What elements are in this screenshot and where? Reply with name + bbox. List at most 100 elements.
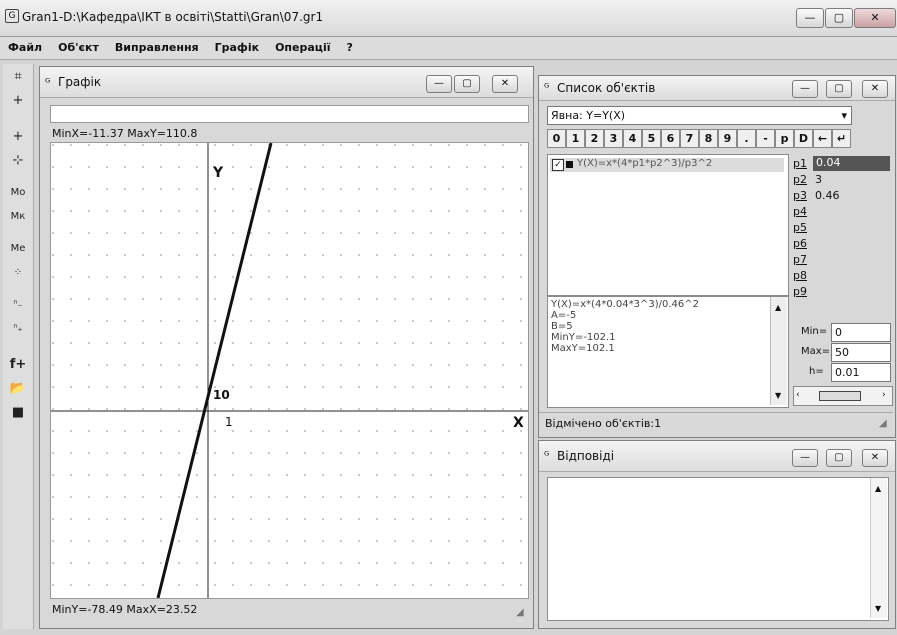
objects-minimize-button[interactable]: — — [792, 80, 818, 98]
add-point-icon[interactable]: + — [5, 126, 31, 148]
save-disk-icon[interactable]: ■ — [5, 402, 31, 424]
key-1[interactable]: 1 — [566, 129, 585, 148]
mo-icon[interactable]: Mo — [5, 182, 31, 204]
key-7[interactable]: 7 — [680, 129, 699, 148]
scroll-down-icon[interactable]: ▼ — [875, 604, 881, 613]
object-type-select[interactable]: Явна: Y=Y(X) ▾ — [547, 106, 852, 125]
app-minimize-button[interactable]: — — [796, 8, 824, 28]
key-6[interactable]: 6 — [661, 129, 680, 148]
answers-maximize-button[interactable]: ▢ — [826, 449, 852, 467]
menu-operations[interactable]: Операції — [267, 37, 338, 54]
objects-maximize-button[interactable]: ▢ — [826, 80, 852, 98]
resize-grip-icon[interactable]: ◢ — [879, 418, 887, 429]
n-plus-icon[interactable]: ⁿ₊ — [5, 318, 31, 340]
resize-grip-icon[interactable]: ◢ — [516, 607, 524, 618]
menu-edit[interactable]: Виправлення — [107, 37, 207, 54]
left-toolbar: ⌗ + + ⊹ Mo Mк Me ⁘ ⁿ₋ ⁿ₊ f+ 📂 ■ — [3, 64, 34, 629]
param-name[interactable]: p9 — [793, 285, 807, 298]
key-0[interactable]: 0 — [547, 129, 566, 148]
param-row[interactable]: p1 0.04 — [791, 156, 891, 171]
me-icon[interactable]: Me — [5, 238, 31, 260]
answers-window: ᴳ Відповіді — ▢ ✕ ▲ ▼ — [538, 440, 896, 629]
app-maximize-button[interactable]: ▢ — [825, 8, 853, 28]
graph-window-title: Графік — [58, 75, 102, 89]
h-input[interactable]: 0.01 — [831, 363, 891, 382]
slider-left-icon[interactable]: ‹ — [796, 390, 800, 400]
param-name[interactable]: p6 — [793, 237, 807, 250]
answers-scrollbar[interactable]: ▲ ▼ — [870, 478, 887, 618]
param-slider[interactable]: ‹ › — [793, 386, 893, 406]
key-enter[interactable]: ↵ — [832, 129, 851, 148]
scatter-icon[interactable]: ⁘ — [5, 262, 31, 284]
info-line: B=5 — [551, 321, 573, 332]
function-icon[interactable]: f+ — [5, 354, 31, 376]
axis-x-label: X — [513, 415, 524, 431]
slider-right-icon[interactable]: › — [882, 390, 886, 400]
info-scrollbar[interactable]: ▲ ▼ — [770, 297, 787, 405]
graph-input-bar[interactable] — [50, 105, 529, 123]
graph-maximize-button[interactable]: ▢ — [454, 75, 480, 93]
graph-close-button[interactable]: ✕ — [492, 75, 518, 93]
n-minus-icon[interactable]: ⁿ₋ — [5, 294, 31, 316]
app-title: Gran1-D:\Кафедра\ІКТ в освіті\Statti\Gra… — [22, 10, 324, 24]
key-3[interactable]: 3 — [604, 129, 623, 148]
key-5[interactable]: 5 — [642, 129, 661, 148]
max-label: Max= — [801, 346, 831, 357]
scroll-up-icon[interactable]: ▲ — [875, 484, 881, 493]
objects-window-titlebar: ᴳ Список об'єктів — ▢ ✕ — [539, 76, 895, 101]
param-value-selected[interactable]: 0.04 — [813, 156, 890, 171]
key-9[interactable]: 9 — [718, 129, 737, 148]
key-p[interactable]: p — [775, 129, 794, 148]
answers-minimize-button[interactable]: — — [792, 449, 818, 467]
graph-window: ᴳ Графік — ▢ ✕ MinX=-11.37 MaxY=110.8 Y … — [39, 66, 534, 629]
scroll-down-icon[interactable]: ▼ — [775, 391, 781, 400]
key-8[interactable]: 8 — [699, 129, 718, 148]
x-tick-label: 1 — [225, 415, 233, 429]
key-minus[interactable]: - — [756, 129, 775, 148]
menu-object[interactable]: Об'єкт — [50, 37, 107, 54]
menu-file[interactable]: Файл — [0, 37, 50, 54]
answers-text-area[interactable]: ▲ ▼ — [547, 477, 889, 621]
key-dot[interactable]: . — [737, 129, 756, 148]
objects-window-title: Список об'єктів — [557, 81, 656, 95]
keypad: 0 1 2 3 4 5 6 7 8 9 . - p D ← ↵ — [547, 129, 892, 149]
list-item[interactable]: ✓ Y(X)=x*(4*p1*p2^3)/p3^2 — [550, 158, 784, 172]
max-input[interactable]: 50 — [831, 343, 891, 362]
key-2[interactable]: 2 — [585, 129, 604, 148]
graph-top-info: MinX=-11.37 MaxY=110.8 — [52, 127, 198, 140]
graph-minimize-button[interactable]: — — [426, 75, 452, 93]
app-close-button[interactable]: ✕ — [854, 8, 896, 28]
answers-window-titlebar: ᴳ Відповіді — ▢ ✕ — [539, 441, 895, 472]
graph-window-titlebar: ᴳ Графік — ▢ ✕ — [40, 67, 533, 98]
open-folder-icon[interactable]: 📂 — [5, 378, 31, 400]
objects-status-bar: Відмічено об'єктів:1 ◢ — [539, 412, 893, 435]
param-name: p2 — [793, 173, 807, 186]
min-input[interactable]: 0 — [831, 323, 891, 342]
axis-y-label: Y — [213, 165, 224, 181]
slider-thumb[interactable] — [819, 391, 861, 401]
menu-graph[interactable]: Графік — [207, 37, 267, 54]
info-line: A=-5 — [551, 310, 577, 321]
param-list: p1 0.04 p2 3 p3 0.46 p4 p5 p6 p7 p8 p9 — [791, 154, 891, 314]
scroll-up-icon[interactable]: ▲ — [775, 303, 781, 312]
param-name[interactable]: p7 — [793, 253, 807, 266]
grid-cross-icon[interactable]: ⌗ — [5, 66, 31, 88]
objects-close-button[interactable]: ✕ — [862, 80, 888, 98]
param-name[interactable]: p5 — [793, 221, 807, 234]
checkbox[interactable]: ✓ — [552, 159, 564, 171]
axis-plus-icon[interactable]: + — [5, 90, 31, 112]
graph-plot-area[interactable]: Y X 10 1 — [50, 142, 529, 599]
object-info-panel: Y(X)=x*(4*0.04*3^3)/0.46^2 A=-5 B=5 MinY… — [547, 296, 789, 408]
info-line: MinY=-102.1 — [551, 332, 616, 343]
mk-icon[interactable]: Mк — [5, 206, 31, 228]
menu-help[interactable]: ? — [338, 37, 360, 54]
answers-close-button[interactable]: ✕ — [862, 449, 888, 467]
key-backspace[interactable]: ← — [813, 129, 832, 148]
param-name[interactable]: p4 — [793, 205, 807, 218]
info-line: Y(X)=x*(4*0.04*3^3)/0.46^2 — [551, 299, 699, 310]
key-d[interactable]: D — [794, 129, 813, 148]
cross-point-icon[interactable]: ⊹ — [5, 150, 31, 172]
key-4[interactable]: 4 — [623, 129, 642, 148]
param-value: 3 — [815, 173, 822, 186]
param-name[interactable]: p8 — [793, 269, 807, 282]
